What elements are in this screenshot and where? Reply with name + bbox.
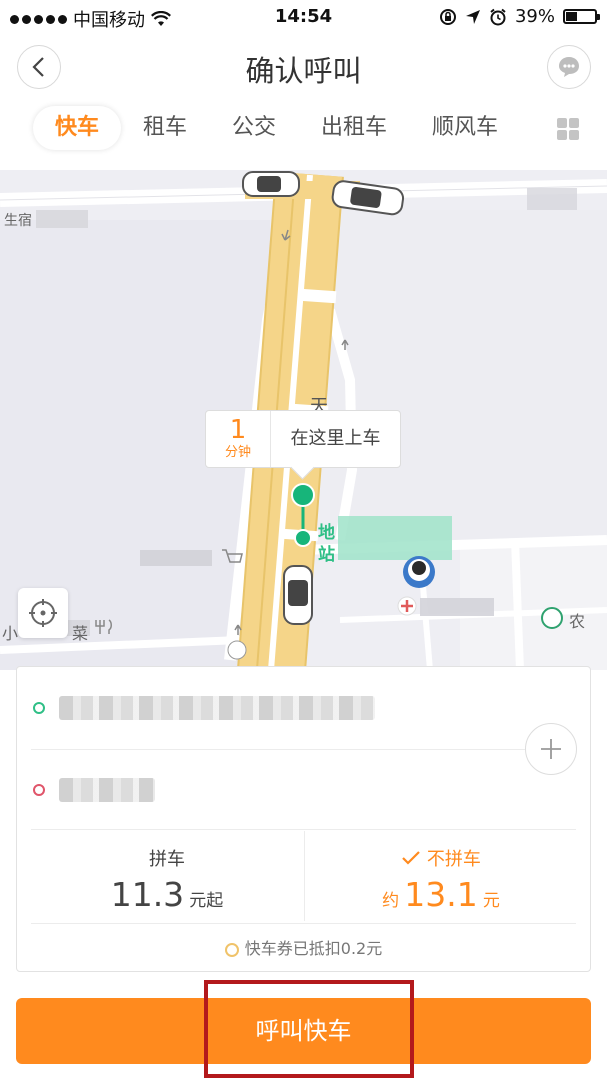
carpool-option[interactable]: 拼车 11.3 元起 <box>31 831 303 921</box>
highlight-box <box>204 980 414 1078</box>
coupon-row[interactable]: 快车券已抵扣0.2元 <box>17 935 590 959</box>
carpool-label: 拼车 <box>149 849 185 870</box>
tab-rental[interactable]: 租车 <box>143 106 187 150</box>
location-arrow-icon <box>465 9 480 24</box>
nav-header: 确认呼叫 <box>0 34 607 100</box>
destination-address-row[interactable] <box>33 765 155 815</box>
battery-icon <box>563 9 600 24</box>
coupon-icon <box>224 943 239 957</box>
no-carpool-option[interactable]: 不拼车 约 13.1 元 <box>305 831 577 921</box>
poi-label-right-bottom: 农 <box>569 612 586 631</box>
carpool-unit: 元起 <box>189 891 224 911</box>
no-carpool-amount: 13.1 <box>404 875 478 914</box>
plus-icon <box>541 739 561 759</box>
no-carpool-label-row: 不拼车 <box>305 845 577 871</box>
price-top-divider <box>31 829 576 830</box>
check-icon <box>402 851 420 865</box>
alarm-icon <box>490 8 506 25</box>
no-carpool-unit: 元 <box>482 891 500 911</box>
no-carpool-prefix: 约 <box>382 891 400 911</box>
page-title: 确认呼叫 <box>245 54 362 88</box>
poi-label-left-bottom-2: 菜 <box>72 624 89 643</box>
pickup-address-row[interactable] <box>33 683 375 733</box>
locate-me-button[interactable] <box>18 588 68 638</box>
poi-label-left-top: 生宿 <box>4 213 32 229</box>
tab-express[interactable]: 快车 <box>33 106 122 150</box>
crosshair-icon <box>29 599 57 627</box>
no-carpool-label: 不拼车 <box>426 849 481 870</box>
poi-label-station-2: 站 <box>318 545 335 565</box>
rotation-lock-icon <box>439 8 456 25</box>
price-bottom-divider <box>31 923 576 924</box>
eta-number: 1 <box>229 415 247 445</box>
carpool-price: 11.3 元起 <box>31 875 303 914</box>
chat-bubble-icon <box>559 57 579 77</box>
pickup-text: 在这里上车 <box>290 428 381 449</box>
tab-ride-share[interactable]: 顺风车 <box>432 106 498 150</box>
service-tabs: 快车 租车 公交 出租车 顺风车 <box>0 100 607 158</box>
status-right: 39% <box>439 6 600 27</box>
eta-unit: 分钟 <box>224 445 251 460</box>
battery-percent: 39% <box>514 6 555 27</box>
pickup-callout[interactable]: 1 分钟 在这里上车 <box>205 410 401 468</box>
coupon-text: 快车券已抵扣0.2元 <box>244 939 383 958</box>
poi-label-left-bottom-1: 小 <box>2 624 19 643</box>
status-bar: 中国移动 14:54 39% <box>0 0 607 34</box>
tab-taxi[interactable]: 出租车 <box>321 106 387 150</box>
no-carpool-price: 约 13.1 元 <box>305 875 577 914</box>
order-card: 拼车 11.3 元起 不拼车 约 13.1 元 快车券已抵扣0.2元 <box>16 666 591 972</box>
eta-box: 1 分钟 <box>206 411 271 467</box>
carpool-amount: 11.3 <box>110 875 185 914</box>
pickup-dot-icon <box>33 702 45 714</box>
destination-dot-icon <box>33 784 45 796</box>
pickup-address-redacted <box>59 696 375 720</box>
destination-address-redacted <box>59 778 155 802</box>
add-stop-button[interactable] <box>525 723 577 775</box>
more-services-icon[interactable] <box>557 118 579 140</box>
address-divider <box>31 749 576 750</box>
tab-bus[interactable]: 公交 <box>232 106 276 150</box>
message-button[interactable] <box>547 45 591 89</box>
